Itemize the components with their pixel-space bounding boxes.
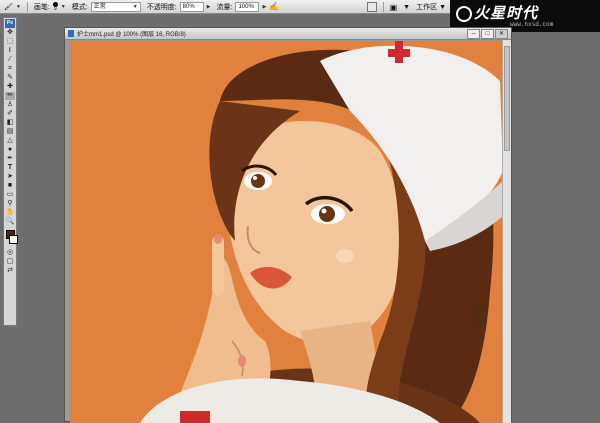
gradient-tool-icon[interactable]: ▤ [5, 128, 15, 136]
chevron-down-icon[interactable]: ▼ [61, 4, 66, 10]
eraser-tool-icon[interactable]: ◧ [5, 119, 15, 127]
shape-tool-icon[interactable]: ■ [5, 182, 15, 190]
flow-field[interactable]: 100% [235, 1, 260, 12]
lasso-tool-icon[interactable]: ℓ [5, 47, 15, 55]
opacity-slider-arrow-icon[interactable]: ▶ [207, 4, 211, 10]
magic-wand-tool-icon[interactable]: ⁄ [5, 56, 15, 64]
jump-to-imageready-icon[interactable]: ⇄ [5, 267, 15, 275]
dodge-tool-icon[interactable]: ● [5, 146, 15, 154]
photoshop-badge[interactable]: Ps [5, 19, 15, 28]
workspace-label: 工作区 [416, 4, 438, 11]
bridge-icon[interactable]: ▣ [390, 3, 398, 12]
clone-stamp-tool-icon[interactable]: ♙ [5, 101, 15, 109]
brush-tool-icon[interactable]: ✏ [5, 92, 15, 100]
vertical-scrollbar[interactable] [502, 40, 511, 423]
close-button[interactable]: ✕ [495, 29, 508, 39]
divider [382, 2, 384, 12]
maximize-button[interactable]: □ [481, 29, 494, 39]
minimize-button[interactable]: – [467, 29, 480, 39]
tool-preset-picker[interactable]: 🖌 ▼ [4, 3, 21, 11]
mode-value: 正常 [93, 3, 106, 10]
hand-tool-icon[interactable]: ✋ [5, 209, 15, 217]
type-tool-icon[interactable]: T [5, 164, 15, 172]
flow-slider-arrow-icon[interactable]: ▶ [262, 4, 266, 10]
document-titlebar[interactable]: 护士mm1.psd @ 100% (图层 16, RGB/8) [65, 28, 511, 40]
opacity-label: 不透明度: [146, 3, 177, 11]
mode-select[interactable]: 正常 ▼ [90, 1, 141, 12]
crop-tool-icon[interactable]: ⌗ [5, 65, 15, 73]
canvas[interactable] [70, 41, 503, 423]
pen-tool-icon[interactable]: ✒ [5, 155, 15, 163]
palette-well-icon[interactable] [366, 2, 377, 12]
airbrush-icon[interactable]: ✍ [269, 2, 279, 11]
zoom-tool-icon[interactable]: 🔍 [5, 218, 15, 226]
logo-mark-icon [456, 6, 472, 22]
document-window: 护士mm1.psd @ 100% (图层 16, RGB/8) – □ ✕ [64, 27, 512, 423]
background-color-swatch[interactable] [9, 235, 18, 244]
scrollbar-thumb[interactable] [504, 46, 510, 151]
slice-tool-icon[interactable]: ✎ [5, 74, 15, 82]
workspace-menu[interactable]: 工作区 ▼ [416, 2, 446, 12]
blur-tool-icon[interactable]: △ [5, 137, 15, 145]
quick-mask-icon[interactable]: ◎ [5, 249, 15, 257]
chevron-down-icon: ▼ [15, 3, 21, 10]
path-selection-tool-icon[interactable]: ➤ [5, 173, 15, 181]
screen-mode-icon[interactable]: ▢ [5, 258, 15, 266]
opacity-field[interactable]: 80% [179, 1, 204, 12]
logo-url: www.hxsd.com [510, 21, 554, 28]
brush-size: 9 [53, 5, 57, 12]
nurse-illustration [70, 41, 503, 423]
healing-brush-tool-icon[interactable]: ✚ [5, 83, 15, 91]
tool-palette: Ps ✥ ⬚ ℓ ⁄ ⌗ ✎ ✚ ✏ ♙ ✐ ◧ ▤ △ ● ✒ T ➤ ■ ▭… [3, 17, 18, 326]
logo-text: 火星时代 [474, 5, 539, 22]
chevron-down-icon: ▼ [132, 3, 138, 10]
brush-picker[interactable]: 9 [52, 1, 58, 12]
history-brush-tool-icon[interactable]: ✐ [5, 110, 15, 118]
brush-label: 画笔: [33, 3, 50, 11]
flow-label: 流量: [216, 3, 233, 11]
eyedropper-tool-icon[interactable]: ⚲ [5, 200, 15, 208]
brush-icon: 🖌 [4, 3, 13, 11]
psd-file-icon [68, 30, 74, 37]
notes-tool-icon[interactable]: ▭ [5, 191, 15, 199]
divider [26, 1, 28, 12]
move-tool-icon[interactable]: ✥ [5, 29, 15, 37]
mode-label: 模式: [71, 3, 88, 11]
chevron-down-icon[interactable]: ▼ [403, 4, 410, 11]
document-title: 护士mm1.psd @ 100% (图层 16, RGB/8) [77, 32, 186, 38]
marquee-tool-icon[interactable]: ⬚ [5, 38, 15, 46]
chevron-down-icon: ▼ [439, 4, 446, 11]
